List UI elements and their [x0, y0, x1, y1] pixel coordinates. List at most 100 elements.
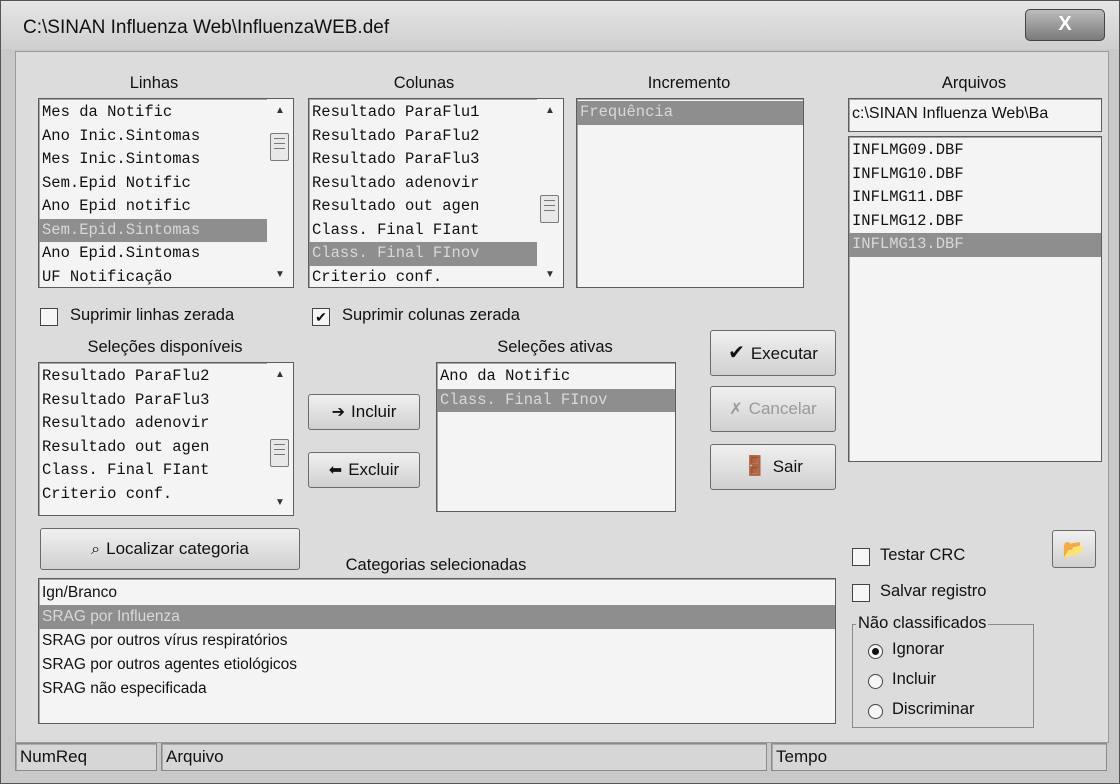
open-folder-button[interactable]: 📂	[1052, 530, 1096, 568]
salvar-registro-checkbox[interactable]	[852, 584, 870, 602]
list-item[interactable]: UF Notificação	[39, 266, 267, 288]
close-icon: X	[1058, 13, 1072, 35]
radio-incluir-label: Incluir	[892, 670, 937, 688]
list-item[interactable]: SRAG por outros vírus respiratórios	[39, 629, 835, 653]
suprimir-linhas-label: Suprimir linhas zerada	[70, 306, 235, 324]
suprimir-linhas-checkbox[interactable]	[40, 308, 58, 326]
list-item[interactable]: SRAG não especificada	[39, 677, 835, 701]
incluir-button[interactable]: ➔ Incluir	[308, 394, 420, 430]
incluir-label: Incluir	[351, 402, 397, 421]
window-title: C:\SINAN Influenza Web\InfluenzaWEB.def	[23, 17, 390, 38]
folder-open-icon: 📂	[1062, 539, 1086, 559]
main-window: C:\SINAN Influenza Web\InfluenzaWEB.def …	[0, 0, 1120, 784]
dialog-body: Linhas Mes da Notific Ano Inic.Sintomas Me…	[15, 51, 1109, 743]
list-item[interactable]: Frequência	[577, 101, 803, 125]
incremento-listbox[interactable]: Frequência	[576, 98, 804, 288]
linhas-listbox[interactable]: Mes da Notific Ano Inic.Sintomas Mes Inic.…	[38, 98, 294, 288]
excluir-button[interactable]: ⬅ Excluir	[308, 452, 420, 488]
executar-label: Executar	[750, 344, 818, 363]
list-item[interactable]: Criterio conf.	[309, 266, 537, 288]
scroll-thumb[interactable]	[270, 133, 289, 161]
radio-ignorar[interactable]	[868, 644, 883, 659]
radio-incluir[interactable]	[868, 674, 883, 689]
list-item[interactable]: Resultado out agen	[39, 436, 267, 460]
status-tempo: Tempo	[771, 743, 1107, 771]
selecoes-disponiveis-scrollbar[interactable]: ▲ ▼	[267, 363, 293, 515]
arrow-left-icon: ⬅	[328, 462, 343, 479]
status-arquivo: Arquivo	[161, 743, 767, 771]
list-item[interactable]: Sem.Epid.Sintomas	[39, 218, 267, 242]
scroll-down-icon[interactable]: ▼	[537, 265, 563, 285]
selecoes-ativas-listbox[interactable]: Ano da Notific Class. Final FInov	[436, 362, 676, 512]
list-item[interactable]: Ano Inic.Sintomas	[39, 125, 267, 149]
list-item[interactable]: Mes da Notific	[39, 101, 267, 125]
close-button[interactable]: X	[1025, 9, 1105, 41]
colunas-scrollbar[interactable]: ▲ ▼	[537, 99, 563, 287]
list-item[interactable]: Resultado ParaFlu1	[309, 101, 537, 125]
list-item[interactable]: INFLMG09.DBF	[849, 139, 1101, 163]
testar-crc-checkbox[interactable]	[852, 548, 870, 566]
list-item[interactable]: Class. Final FIant	[309, 219, 537, 243]
list-item[interactable]: Resultado adenovir	[39, 412, 267, 436]
executar-button[interactable]: ✔ Executar	[710, 330, 836, 376]
scroll-up-icon[interactable]: ▲	[537, 101, 563, 121]
scroll-up-icon[interactable]: ▲	[267, 365, 293, 385]
arquivos-label: Arquivos	[941, 74, 1007, 92]
list-item[interactable]: Class. Final FIant	[39, 459, 267, 483]
salvar-registro-label: Salvar registro	[880, 582, 987, 600]
list-item[interactable]: Resultado out agen	[309, 195, 537, 219]
checkmark-icon: ✔	[728, 342, 745, 364]
sair-button[interactable]: 🚪 Sair	[710, 444, 836, 490]
status-numreq: NumReq	[15, 743, 157, 771]
list-item[interactable]: INFLMG13.DBF	[849, 233, 1101, 257]
list-item[interactable]: Resultado adenovir	[309, 172, 537, 196]
suprimir-colunas-checkbox[interactable]: ✔	[312, 308, 330, 326]
suprimir-colunas-label: Suprimir colunas zerada	[342, 306, 520, 324]
cancelar-label: Cancelar	[748, 399, 817, 418]
arquivos-listbox[interactable]: INFLMG09.DBF INFLMG10.DBF INFLMG11.DBF INFL…	[848, 136, 1102, 462]
scroll-down-icon[interactable]: ▼	[267, 493, 293, 513]
sair-label: Sair	[772, 457, 803, 476]
list-item[interactable]: SRAG por outros agentes etiológicos	[39, 653, 835, 677]
arquivos-path-value: c:\SINAN Influenza Web\Ba	[852, 105, 1049, 122]
scroll-up-icon[interactable]: ▲	[267, 101, 293, 121]
radio-discriminar[interactable]	[868, 704, 883, 719]
scroll-thumb[interactable]	[270, 439, 289, 467]
excluir-label: Excluir	[348, 460, 400, 479]
selecoes-disponiveis-listbox[interactable]: Resultado ParaFlu2 Resultado ParaFlu3 Resu…	[38, 362, 294, 516]
list-item[interactable]: SRAG por Influenza	[39, 605, 835, 629]
list-item[interactable]: Sem.Epid Notific	[39, 172, 267, 196]
radio-discriminar-label: Discriminar	[892, 700, 975, 718]
testar-crc-label: Testar CRC	[880, 546, 966, 564]
scroll-down-icon[interactable]: ▼	[267, 265, 293, 285]
title-bar: C:\SINAN Influenza Web\InfluenzaWEB.def …	[1, 1, 1119, 49]
list-item[interactable]: INFLMG12.DBF	[849, 210, 1101, 234]
list-item[interactable]: Ano Epid.Sintomas	[39, 242, 267, 266]
nao-classificados-label: Não classificados	[856, 614, 989, 633]
list-item[interactable]: Class. Final FInov	[309, 242, 537, 266]
linhas-label: Linhas	[129, 74, 179, 92]
arquivos-path-field[interactable]: c:\SINAN Influenza Web\Ba	[848, 98, 1102, 132]
list-item[interactable]: INFLMG10.DBF	[849, 163, 1101, 187]
list-item[interactable]: Class. Final FInov	[437, 388, 675, 412]
list-item[interactable]: Ano da Notific	[437, 365, 675, 389]
status-bar: NumReq Arquivo Tempo	[15, 743, 1107, 773]
linhas-scrollbar[interactable]: ▲ ▼	[267, 99, 293, 287]
categorias-listbox[interactable]: Ign/Branco SRAG por Influenza SRAG por out…	[38, 578, 836, 724]
colunas-listbox[interactable]: Resultado ParaFlu1 Resultado ParaFlu2 Resu…	[308, 98, 564, 288]
list-item[interactable]: Resultado ParaFlu3	[39, 389, 267, 413]
list-item[interactable]: INFLMG11.DBF	[849, 186, 1101, 210]
cancelar-button[interactable]: ✗ Cancelar	[710, 386, 836, 432]
list-item[interactable]: Resultado ParaFlu2	[39, 365, 267, 389]
list-item[interactable]: Criterio conf.	[39, 483, 267, 507]
list-item[interactable]: Resultado ParaFlu2	[309, 125, 537, 149]
scroll-thumb[interactable]	[540, 195, 559, 223]
list-item[interactable]: Mes Inic.Sintomas	[39, 148, 267, 172]
arrow-right-icon: ➔	[331, 404, 346, 421]
list-item[interactable]: Ign/Branco	[39, 581, 835, 605]
colunas-label: Colunas	[393, 74, 455, 92]
x-icon: ✗	[729, 401, 743, 418]
list-item[interactable]: Resultado ParaFlu3	[309, 148, 537, 172]
list-item[interactable]: Ano Epid notific	[39, 195, 267, 219]
incremento-label: Incremento	[647, 74, 731, 92]
